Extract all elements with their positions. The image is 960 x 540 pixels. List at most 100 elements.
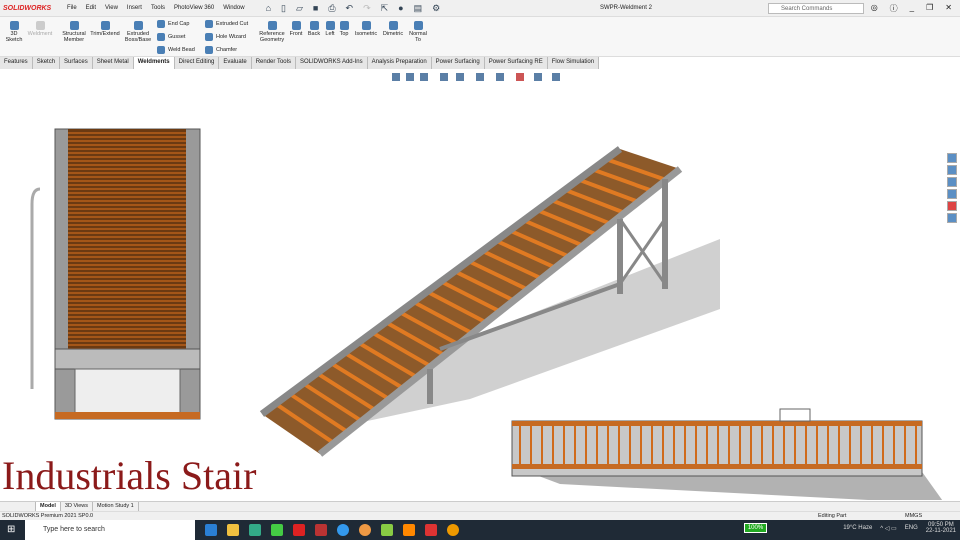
appearances-icon[interactable] <box>947 201 957 211</box>
units-selector[interactable]: MMGS <box>905 513 922 519</box>
taskbar-search-input[interactable]: Type here to search <box>25 520 195 540</box>
hole-wizard-button[interactable]: Hole Wizard <box>205 33 246 41</box>
file-explorer-icon[interactable] <box>947 177 957 187</box>
dimetric-view-button[interactable]: Dimetric <box>381 20 405 37</box>
left-view-button[interactable]: Left <box>323 20 337 37</box>
label: Extruded Boss/Base <box>124 31 152 43</box>
windows-start-icon[interactable]: ⊞ <box>7 524 15 535</box>
tab-flow-simulation[interactable]: Flow Simulation <box>548 57 600 69</box>
menu-window[interactable]: Window <box>223 5 244 11</box>
extruded-boss-button[interactable]: Extruded Boss/Base <box>124 20 152 43</box>
tab-power-surfacing-re[interactable]: Power Surfacing RE <box>485 57 548 69</box>
settings-app-icon[interactable] <box>337 524 349 536</box>
gusset-button[interactable]: Gusset <box>157 33 185 41</box>
top-view-button[interactable]: Top <box>337 20 351 37</box>
options-gear-icon[interactable]: ⚙ <box>432 3 440 14</box>
clock[interactable]: 09:50 PM 22-11-2021 <box>926 522 956 534</box>
tab-analysis-preparation[interactable]: Analysis Preparation <box>368 57 432 69</box>
normal-to-button[interactable]: Normal To <box>407 20 429 43</box>
close-button[interactable]: ✕ <box>945 3 952 14</box>
label: Isometric <box>354 31 378 37</box>
user-icon[interactable]: ◎ <box>871 3 878 14</box>
3d-sketch-button[interactable]: 3D Sketch <box>4 20 24 43</box>
tab-sketch[interactable]: Sketch <box>33 57 61 69</box>
save-icon[interactable]: ■ <box>313 3 318 14</box>
itunes-icon[interactable] <box>249 524 261 536</box>
menu-file[interactable]: File <box>67 5 77 11</box>
label: End Cap <box>168 21 190 27</box>
custom-properties-icon[interactable] <box>947 213 957 223</box>
graphics-area[interactable] <box>0 69 960 504</box>
minimize-button[interactable]: _ <box>910 3 914 14</box>
weather-widget[interactable]: 19°C Haze <box>843 525 872 531</box>
language-indicator[interactable]: ENG <box>905 525 918 531</box>
overlay-title: Industrials Stair <box>2 453 257 498</box>
redo-icon[interactable]: ↷ <box>363 3 371 14</box>
menu-insert[interactable]: Insert <box>127 5 142 11</box>
undo-icon[interactable]: ↶ <box>346 3 354 14</box>
menu-tools[interactable]: Tools <box>151 5 165 11</box>
extruded-cut-button[interactable]: Extruded Cut <box>205 20 248 28</box>
solidworks-app-icon[interactable] <box>315 524 327 536</box>
model-views <box>30 73 945 504</box>
tab-surfaces[interactable]: Surfaces <box>60 57 93 69</box>
tab-sheet-metal[interactable]: Sheet Metal <box>93 57 134 69</box>
file-explorer-app-icon[interactable] <box>227 524 239 536</box>
file-properties-icon[interactable]: ▤ <box>414 3 423 14</box>
select-icon[interactable]: ⇱ <box>381 3 389 14</box>
design-library-icon[interactable] <box>947 165 957 175</box>
label: Trim/Extend <box>90 31 120 37</box>
label: Weld Bead <box>168 47 195 53</box>
tab-motion-study[interactable]: Motion Study 1 <box>93 502 139 511</box>
resources-icon[interactable] <box>947 153 957 163</box>
label: 3D Sketch <box>5 31 23 43</box>
weldment-button[interactable]: Weldment <box>26 20 54 37</box>
vlc-icon[interactable] <box>403 524 415 536</box>
view-palette-icon[interactable] <box>947 189 957 199</box>
back-view-button[interactable]: Back <box>306 20 322 37</box>
help-icon[interactable]: ⓘ <box>890 3 898 14</box>
tab-power-surfacing[interactable]: Power Surfacing <box>432 57 485 69</box>
reference-geometry-button[interactable]: Reference Geometry <box>257 20 287 43</box>
open-icon[interactable]: ▱ <box>296 3 303 14</box>
tab-model[interactable]: Model <box>36 502 61 511</box>
stair-isometric-view <box>259 146 720 457</box>
tab-evaluate[interactable]: Evaluate <box>219 57 252 69</box>
task-view-icon[interactable] <box>205 524 217 536</box>
structural-member-button[interactable]: Structural Member <box>60 20 88 43</box>
menu-photoview[interactable]: PhotoView 360 <box>174 5 214 11</box>
print-icon[interactable]: ⎙ <box>328 3 335 14</box>
chamfer-button[interactable]: Chamfer <box>205 46 237 54</box>
acrobat-icon[interactable] <box>293 524 305 536</box>
tab-render-tools[interactable]: Render Tools <box>252 57 296 69</box>
camtasia-icon[interactable] <box>271 524 283 536</box>
blender-icon[interactable] <box>447 524 459 536</box>
front-view-button[interactable]: Front <box>288 20 304 37</box>
new-icon[interactable]: ▯ <box>281 3 286 14</box>
weld-bead-button[interactable]: Weld Bead <box>157 46 195 54</box>
tab-direct-editing[interactable]: Direct Editing <box>175 57 220 69</box>
tab-weldments[interactable]: Weldments <box>133 57 175 69</box>
tab-3d-views[interactable]: 3D Views <box>61 502 94 511</box>
solidworks-logo: SOLIDWORKS <box>3 4 52 12</box>
app-icon[interactable] <box>425 524 437 536</box>
tab-scroll-arrows[interactable] <box>0 502 36 511</box>
label: Extruded Cut <box>216 21 249 27</box>
tab-addins[interactable]: SOLIDWORKS Add-Ins <box>296 57 368 69</box>
label: Reference Geometry <box>259 31 285 43</box>
tab-features[interactable]: Features <box>0 57 33 69</box>
chrome-icon[interactable] <box>359 524 371 536</box>
trim-extend-button[interactable]: Trim/Extend <box>89 20 121 37</box>
end-cap-button[interactable]: End Cap <box>157 20 189 28</box>
battery-indicator[interactable]: 100% <box>743 523 768 533</box>
rebuild-icon[interactable]: ● <box>398 3 403 14</box>
restore-button[interactable]: ❐ <box>926 3 933 14</box>
home-icon[interactable]: ⌂ <box>266 3 271 14</box>
isometric-view-button[interactable]: Isometric <box>353 20 379 37</box>
tray-icons[interactable]: ^ ◁ ▭ <box>880 525 896 532</box>
menu-edit[interactable]: Edit <box>86 5 96 11</box>
view-toolbar[interactable] <box>392 73 560 81</box>
bluestacks-icon[interactable] <box>381 524 393 536</box>
search-commands-input[interactable]: Search Commands <box>768 3 864 14</box>
menu-view[interactable]: View <box>105 5 118 11</box>
